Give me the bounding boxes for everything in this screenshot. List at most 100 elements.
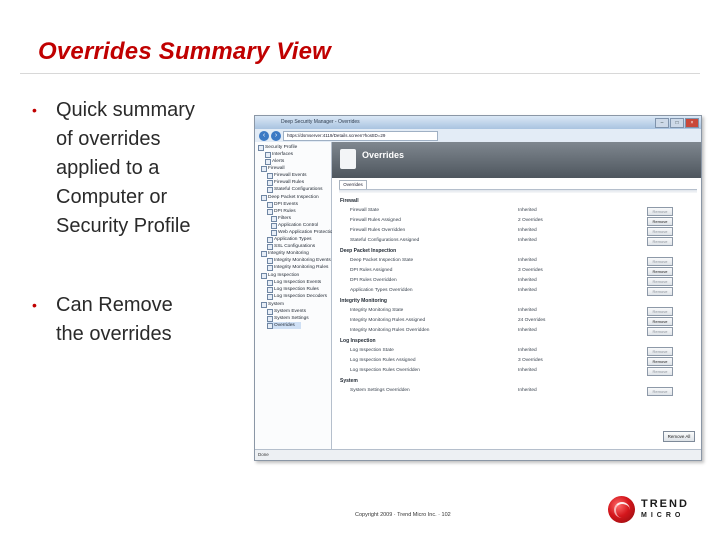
config-icon [267, 186, 273, 193]
section-heading: System [340, 378, 358, 384]
remove-button[interactable]: Remove [647, 217, 673, 226]
tree-item[interactable]: Security Profile [258, 144, 297, 151]
tree-item[interactable]: System Settings [267, 315, 309, 322]
integrity-icon [261, 250, 267, 257]
remove-button[interactable]: Remove [647, 237, 673, 246]
override-status: Inherited [518, 308, 537, 313]
tree-item[interactable]: Application Control [271, 222, 318, 229]
tree-item[interactable]: Firewall Rules [267, 179, 304, 186]
tree-item[interactable]: Log Inspection Rules [267, 286, 319, 293]
tree-item-label: Log Inspection [268, 273, 300, 278]
section-heading: Firewall [340, 198, 359, 204]
remove-button[interactable]: Remove [647, 367, 673, 376]
override-name: System Settings Overridden [350, 388, 410, 393]
window-title: Deep Security Manager - Overrides [281, 119, 360, 125]
remove-button[interactable]: Remove [647, 307, 673, 316]
tree-item[interactable]: Log Inspection [261, 272, 299, 279]
override-row: Log Inspection Rules Overridden Inherited… [340, 366, 693, 376]
remove-button[interactable]: Remove [647, 357, 673, 366]
remove-button[interactable]: Remove [647, 277, 673, 286]
override-status: Inherited [518, 388, 537, 393]
override-name: Integrity Monitoring Rules Overridden [350, 328, 430, 333]
override-status: Inherited [518, 258, 537, 263]
web-icon [271, 229, 277, 236]
app-icon [271, 222, 277, 229]
override-status: Inherited [518, 288, 537, 293]
tree-item[interactable]: DPI Events [267, 201, 298, 208]
tree-item-label: System Settings [274, 316, 309, 321]
tree-item[interactable]: Overrides [267, 322, 301, 329]
tree-item[interactable]: Web Application Protection [271, 229, 335, 236]
remove-button[interactable]: Remove [647, 327, 673, 336]
trend-micro-logo: TREND MICRO [608, 493, 704, 531]
override-row: Log Inspection State Inherited Remove [340, 346, 693, 356]
remove-button[interactable]: Remove [647, 287, 673, 296]
remove-all-button[interactable]: Remove All [663, 431, 695, 442]
tree-item[interactable]: Interfaces [265, 151, 293, 158]
tree-item-label: Log Inspection Decoders [274, 294, 328, 299]
window-titlebar: Deep Security Manager - Overrides – □ × [255, 116, 701, 129]
override-row: Integrity Monitoring State Inherited Remov… [340, 306, 693, 316]
profile-icon [258, 144, 264, 151]
tree-item[interactable]: Firewall Events [267, 172, 307, 179]
address-row: ‹ › https://dsmserver:4119/Details.scree… [255, 129, 701, 142]
override-row: DPI Rules Assigned 3 Overrides Remove [340, 266, 693, 276]
minimize-button[interactable]: – [655, 118, 669, 128]
remove-button[interactable]: Remove [647, 257, 673, 266]
bullet-dot: • [32, 102, 37, 118]
tree-item[interactable]: Integrity Monitoring Events [267, 257, 331, 264]
forward-icon[interactable]: › [271, 130, 281, 141]
override-name: Log Inspection Rules Assigned [350, 358, 416, 363]
decoder-icon [267, 293, 273, 300]
tab-overrides[interactable]: Overrides [339, 180, 367, 189]
address-bar[interactable]: https://dsmserver:4119/Details.screen?ho… [283, 130, 438, 141]
override-name: Firewall Rules Assigned [350, 218, 401, 223]
logo-sub: MICRO [641, 512, 685, 519]
tree-item[interactable]: Stateful Configurations [267, 186, 323, 193]
remove-button[interactable]: Remove [647, 387, 673, 396]
remove-button[interactable]: Remove [647, 227, 673, 236]
tree-item-label: Application Types [274, 237, 312, 242]
tree-item[interactable]: SSL Configurations [267, 243, 315, 250]
tree-item[interactable]: Integrity Monitoring [261, 250, 309, 257]
section-heading: Deep Packet Inspection [340, 248, 397, 254]
override-name: Deep Packet Inspection State [350, 258, 414, 263]
override-status: Inherited [518, 368, 537, 373]
tree-item[interactable]: Firewall [261, 165, 285, 172]
tree-item-label: Alerts [272, 159, 285, 164]
remove-button[interactable]: Remove [647, 207, 673, 216]
bullet-list: • Quick summary of overrides applied to … [30, 96, 240, 349]
tree-item-label: Firewall [268, 166, 285, 171]
tree-item-label: Log Inspection Rules [274, 287, 319, 292]
tree-item[interactable]: Filters [271, 215, 291, 222]
override-name: Log Inspection Rules Overridden [350, 368, 420, 373]
tree-item[interactable]: Application Types [267, 236, 312, 243]
tree-item[interactable]: Integrity Monitoring Rules [267, 264, 328, 271]
tree-item[interactable]: DPI Rules [267, 208, 296, 215]
tree-item-label: Firewall Rules [274, 180, 305, 185]
tree-item-label: Filters [278, 216, 292, 221]
maximize-button[interactable]: □ [670, 118, 684, 128]
section-heading: Log Inspection [340, 338, 376, 344]
tree-item[interactable]: Log Inspection Events [267, 279, 321, 286]
tree-item[interactable]: System [261, 301, 284, 308]
override-name: DPI Rules Assigned [350, 268, 393, 273]
tree-item[interactable]: Log Inspection Decoders [267, 293, 327, 300]
status-bar: Done [255, 449, 701, 460]
tree-item[interactable]: Alerts [265, 158, 284, 165]
remove-button[interactable]: Remove [647, 267, 673, 276]
tree-item[interactable]: Deep Packet Inspection [261, 194, 319, 201]
remove-button[interactable]: Remove [647, 347, 673, 356]
override-row: DPI Rules Overridden Inherited Remove [340, 276, 693, 286]
override-row: Integrity Monitoring Rules Assigned 24 Ov… [340, 316, 693, 326]
override-row: Stateful Configurations Assigned Inherite… [340, 236, 693, 246]
remove-button[interactable]: Remove [647, 317, 673, 326]
bullet-dot: • [32, 297, 37, 313]
tree-item[interactable]: System Events [267, 308, 306, 315]
close-button[interactable]: × [685, 118, 699, 128]
events-icon [267, 172, 273, 179]
override-status: Inherited [518, 278, 537, 283]
bullet-item: • Can Remove the overrides [30, 291, 240, 349]
tree-item-label: Application Control [278, 223, 319, 228]
back-icon[interactable]: ‹ [259, 130, 269, 141]
